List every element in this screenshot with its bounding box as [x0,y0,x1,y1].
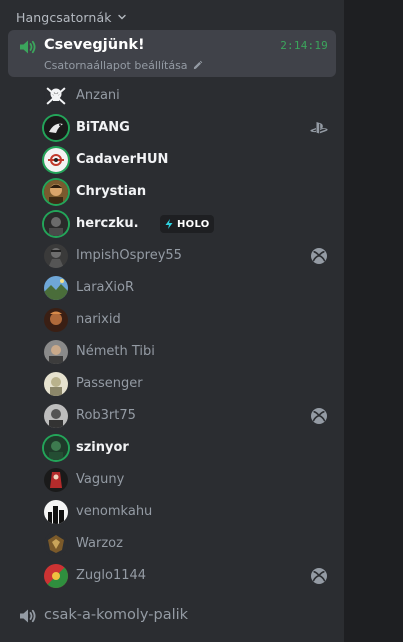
avatar [44,404,68,428]
voice-user-row[interactable]: Rob3rt75 [8,400,344,432]
playstation-icon [310,119,328,137]
avatar [44,148,68,172]
voice-user-row[interactable]: Németh Tibi [8,336,344,368]
voice-user-row[interactable]: Anzani [8,80,344,112]
speaker-icon [20,609,36,623]
channel-status-text: Csatornaállapot beállítása [44,59,188,72]
voice-user-list: Anzani BiTANG CadaverHUN Chrystian herczku. H… [0,80,344,592]
avatar [44,308,68,332]
lightning-icon [165,219,173,229]
avatar [44,500,68,524]
user-name: Rob3rt75 [76,408,136,423]
channel-sidebar: Hangcsatornák Csevegjünk! 2:14:19 Csator… [0,0,344,642]
voice-user-row[interactable]: Vaguny [8,464,344,496]
avatar [44,436,68,460]
channel-status-button[interactable]: Csatornaállapot beállítása [44,59,203,72]
user-name: szinyor [76,440,129,455]
voice-user-row[interactable]: Chrystian [8,176,344,208]
avatar [44,532,68,556]
right-panel [344,0,403,642]
voice-channel-name: csak-a-komoly-palik [44,607,189,623]
voice-user-row[interactable]: ImpishOsprey55 [8,240,344,272]
xbox-icon [310,407,328,425]
category-header[interactable]: Hangcsatornák [16,8,127,26]
call-timer: 2:14:19 [280,39,328,52]
avatar [44,244,68,268]
user-name: venomkahu [76,504,153,519]
voice-user-row[interactable]: herczku. HOLO [8,208,344,240]
activity-badge-label: HOLO [177,218,210,230]
voice-user-row[interactable]: venomkahu [8,496,344,528]
user-name: Chrystian [76,184,147,199]
user-name: Passenger [76,376,143,391]
avatar [44,468,68,492]
avatar [44,372,68,396]
user-name: narixid [76,312,121,327]
voice-user-row[interactable]: Warzoz [8,528,344,560]
activity-badge: HOLO [160,215,214,233]
avatar [44,276,68,300]
user-name: Németh Tibi [76,344,155,359]
speaker-icon [20,40,36,54]
voice-user-row[interactable]: CadaverHUN [8,144,344,176]
voice-channel-item[interactable]: csak-a-komoly-palik [8,600,336,632]
chevron-down-icon [117,14,126,20]
pencil-icon [193,60,202,70]
active-voice-channel[interactable]: Csevegjünk! 2:14:19 Csatornaállapot beál… [8,30,336,77]
user-name: Warzoz [76,536,123,551]
app-root: Hangcsatornák Csevegjünk! 2:14:19 Csator… [0,0,403,642]
category-label: Hangcsatornák [16,9,112,25]
user-name: Vaguny [76,472,125,487]
user-name: Zuglo1144 [76,568,147,583]
channel-name: Csevegjünk! [44,37,145,53]
user-name: Anzani [76,88,120,103]
user-name: CadaverHUN [76,152,169,167]
avatar [44,84,68,108]
avatar [44,116,68,140]
avatar [44,180,68,204]
voice-user-row[interactable]: szinyor [8,432,344,464]
xbox-icon [310,247,328,265]
avatar [44,340,68,364]
user-name: ImpishOsprey55 [76,248,182,263]
user-name: BiTANG [76,120,130,135]
voice-user-row[interactable]: BiTANG [8,112,344,144]
voice-user-row[interactable]: Zuglo1144 [8,560,344,592]
xbox-icon [310,567,328,585]
avatar [44,212,68,236]
user-name: LaraXioR [76,280,135,295]
user-name: herczku. [76,216,139,231]
avatar [44,564,68,588]
voice-user-row[interactable]: Passenger [8,368,344,400]
voice-user-row[interactable]: LaraXioR [8,272,344,304]
voice-user-row[interactable]: narixid [8,304,344,336]
